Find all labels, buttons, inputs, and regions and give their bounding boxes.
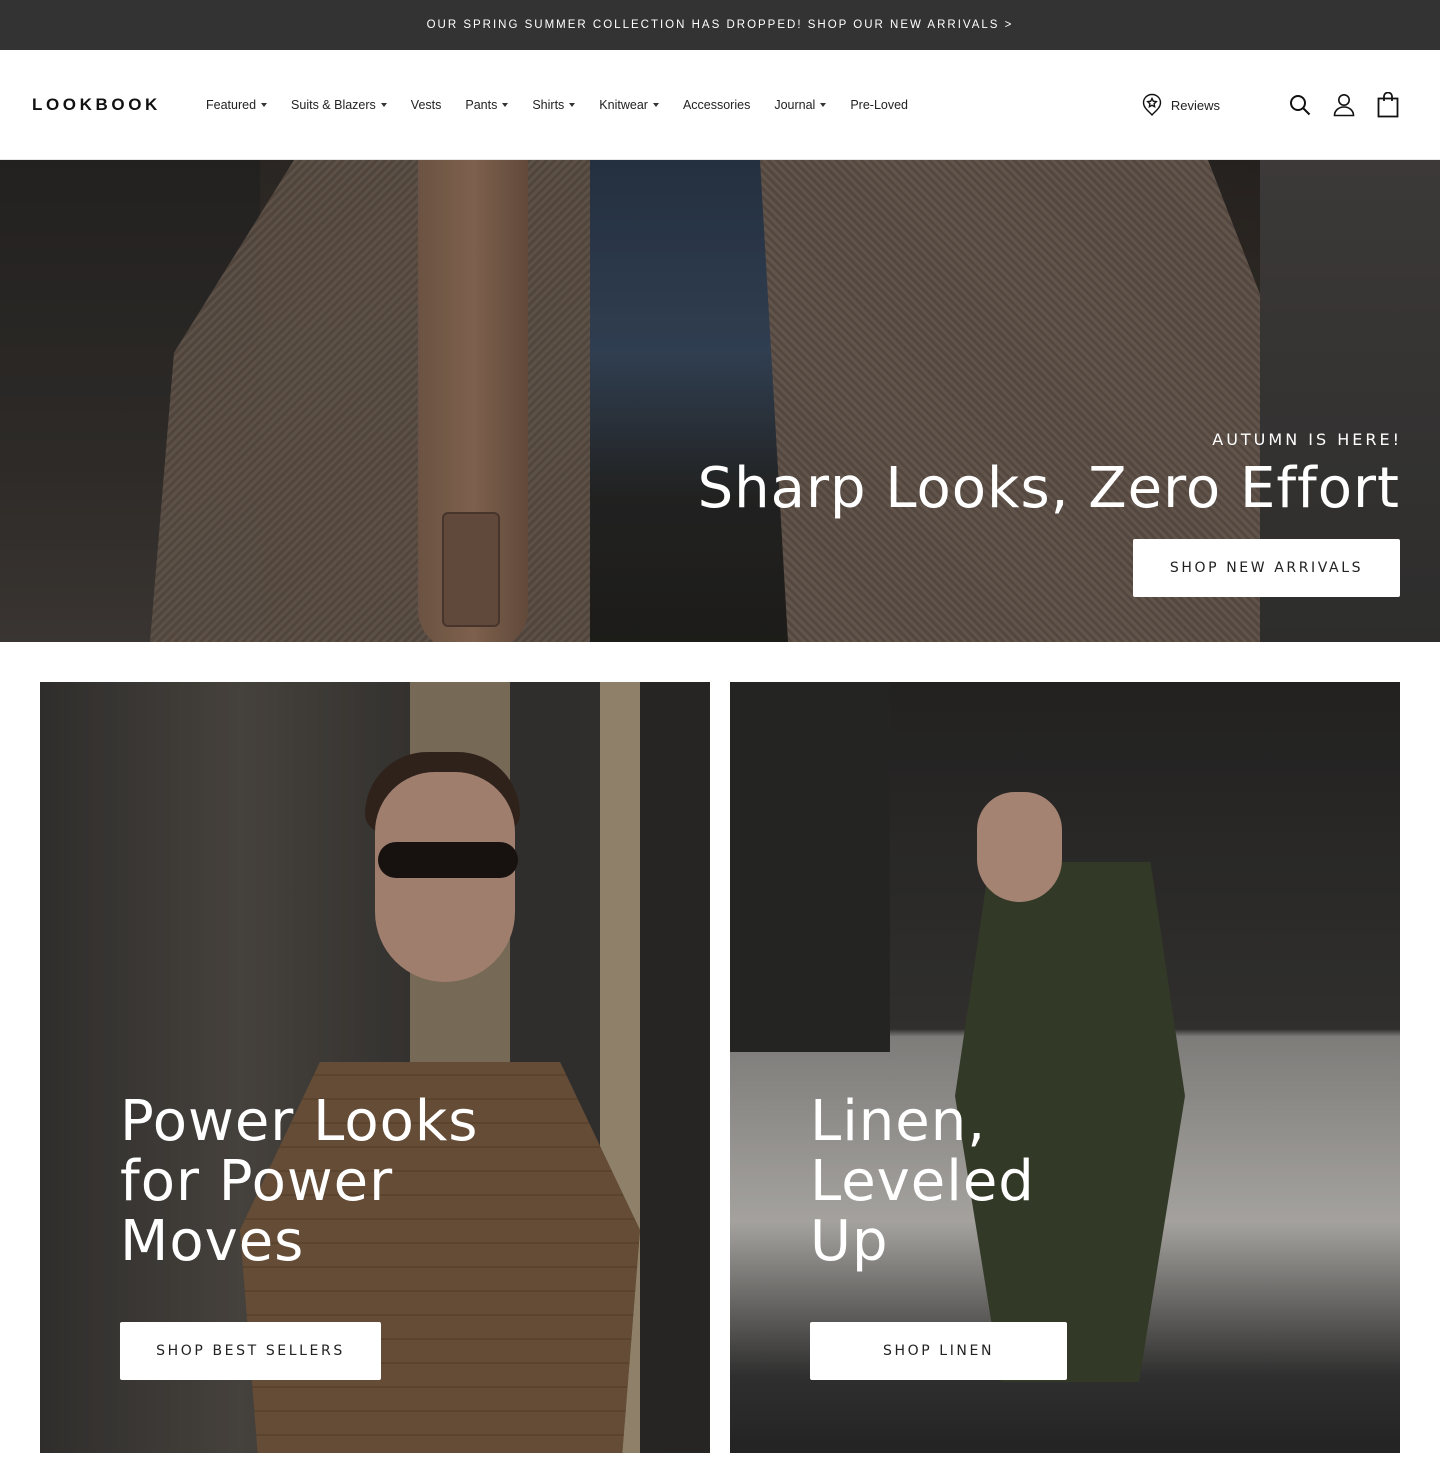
shop-best-sellers-button[interactable]: SHOP BEST SELLERS: [120, 1322, 381, 1380]
nav-item-label: Featured: [206, 97, 257, 112]
nav-item-shirts[interactable]: Shirts: [532, 97, 576, 112]
shop-linen-button[interactable]: SHOP LINEN: [810, 1322, 1067, 1380]
site-header: LOOKBOOK Featured Suits & Blazers Vests …: [0, 50, 1440, 160]
account-button[interactable]: [1332, 93, 1356, 117]
cart-button[interactable]: [1376, 92, 1400, 118]
promo-grid: Power Looks for Power Moves SHOP BEST SE…: [0, 642, 1440, 1453]
cart-icon: [1377, 92, 1399, 118]
promo-title: Linen, Leveled Up: [810, 1089, 1035, 1274]
main-nav: Featured Suits & Blazers Vests Pants Shi…: [206, 98, 932, 112]
promo-title: Power Looks for Power Moves: [120, 1089, 479, 1274]
promo-content: Power Looks for Power Moves SHOP BEST SE…: [120, 1092, 490, 1380]
caret-down-icon: [261, 102, 268, 107]
nav-item-label: Accessories: [682, 97, 751, 112]
shop-new-arrivals-button[interactable]: SHOP NEW ARRIVALS: [1133, 539, 1400, 597]
reviews-link[interactable]: Reviews: [1141, 93, 1220, 117]
nav-item-label: Pre-Loved: [850, 97, 909, 112]
nav-item-label: Pants: [465, 97, 498, 112]
hero-eyebrow: AUTUMN IS HERE!: [1212, 430, 1402, 449]
reviews-label: Reviews: [1170, 97, 1220, 113]
search-icon: [1290, 95, 1311, 116]
promo-card-best-sellers[interactable]: Power Looks for Power Moves SHOP BEST SE…: [40, 682, 710, 1453]
announcement-link[interactable]: OUR SPRING SUMMER COLLECTION HAS DROPPED…: [427, 19, 1014, 31]
nav-item-label: Suits & Blazers: [291, 97, 376, 112]
caret-down-icon: [569, 102, 576, 107]
announcement-bar: OUR SPRING SUMMER COLLECTION HAS DROPPED…: [0, 0, 1440, 50]
nav-item-label: Journal: [774, 97, 816, 112]
logo[interactable]: LOOKBOOK: [32, 95, 206, 115]
nav-item-label: Vests: [410, 97, 442, 112]
promo-content: Linen, Leveled Up SHOP LINEN: [810, 1092, 1067, 1380]
nav-item-label: Knitwear: [599, 97, 648, 112]
caret-down-icon: [502, 102, 509, 107]
header-actions: Reviews: [1141, 50, 1400, 160]
nav-item-suits-blazers[interactable]: Suits & Blazers: [291, 98, 387, 112]
nav-item-journal[interactable]: Journal: [774, 97, 827, 112]
hero-content: AUTUMN IS HERE! Sharp Looks, Zero Effort…: [698, 430, 1400, 597]
search-button[interactable]: [1288, 93, 1312, 117]
caret-down-icon: [820, 102, 827, 107]
nav-item-featured[interactable]: Featured: [206, 97, 268, 112]
nav-item-knitwear[interactable]: Knitwear: [599, 98, 659, 112]
nav-item-pants[interactable]: Pants: [465, 97, 509, 112]
account-icon: [1333, 94, 1355, 117]
star-badge-icon: [1142, 93, 1162, 117]
hero-title: Sharp Looks, Zero Effort: [697, 456, 1400, 521]
caret-down-icon: [380, 102, 387, 107]
promo-card-linen[interactable]: Linen, Leveled Up SHOP LINEN: [730, 682, 1400, 1453]
nav-item-vests[interactable]: Vests: [411, 98, 442, 112]
nav-item-pre-loved[interactable]: Pre-Loved: [850, 98, 908, 112]
hero-banner: AUTUMN IS HERE! Sharp Looks, Zero Effort…: [0, 160, 1440, 642]
nav-item-label: Shirts: [532, 97, 565, 112]
nav-item-accessories[interactable]: Accessories: [683, 98, 750, 112]
caret-down-icon: [652, 102, 659, 107]
